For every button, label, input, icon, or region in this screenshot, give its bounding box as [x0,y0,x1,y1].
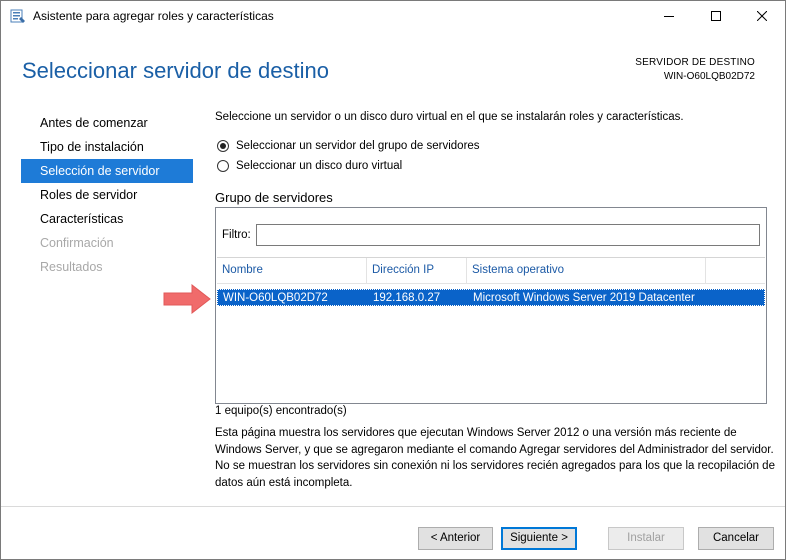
nav-item-caracteristicas[interactable]: Características [21,207,193,231]
server-pool-title: Grupo de servidores [215,190,333,205]
radio-server-pool[interactable]: Seleccionar un servidor del grupo de ser… [217,140,480,152]
cancel-button[interactable]: Cancelar [698,527,774,550]
footer-divider [1,506,785,507]
maximize-icon [711,11,721,21]
next-button[interactable]: Siguiente > [501,527,577,550]
wizard-app-icon [10,8,26,24]
column-header-nombre[interactable]: Nombre [217,258,367,284]
table-row[interactable]: WIN-O60LQB02D72 192.168.0.27 Microsoft W… [217,289,765,306]
server-os-cell: Microsoft Windows Server 2019 Datacenter [473,292,695,304]
nav-item-resultados: Resultados [40,260,103,274]
wizard-nav: Antes de comenzar Tipo de instalación Se… [21,111,193,279]
nav-item-antes-de-comenzar[interactable]: Antes de comenzar [21,111,193,135]
radio-dot [220,143,226,149]
filter-label: Filtro: [222,229,251,241]
wizard-window: Asistente para agregar roles y caracterí… [0,0,786,560]
red-arrow-icon [163,284,211,314]
close-icon [757,11,767,21]
nav-item-seleccion-de-servidor[interactable]: Selección de servidor [21,159,193,183]
nav-item-confirmacion: Confirmación [40,236,114,250]
radio-virtual-disk[interactable]: Seleccionar un disco duro virtual [217,160,402,172]
radio-server-pool-label: Seleccionar un servidor del grupo de ser… [236,140,480,152]
minimize-button[interactable] [646,1,692,31]
radio-button[interactable] [217,160,229,172]
previous-button[interactable]: < Anterior [418,527,493,550]
server-count-text: 1 equipo(s) encontrado(s) [215,405,347,417]
intro-text: Seleccione un servidor o un disco duro v… [215,111,684,123]
server-name-cell: WIN-O60LQB02D72 [223,292,328,304]
server-pool-box: Filtro: Nombre Dirección IP Sistema oper… [215,207,767,404]
radio-button-selected[interactable] [217,140,229,152]
column-header-sistema-operativo[interactable]: Sistema operativo [467,258,706,284]
install-button: Instalar [608,527,684,550]
window-title: Asistente para agregar roles y caracterí… [33,9,274,23]
filter-input[interactable] [256,224,760,246]
minimize-icon [664,16,674,17]
description-text: Esta página muestra los servidores que e… [215,427,775,489]
column-header-direccion-ip[interactable]: Dirección IP [367,258,467,284]
server-list-header: Nombre Dirección IP Sistema operativo [217,258,765,284]
title-bar: Asistente para agregar roles y caracterí… [1,1,785,31]
server-list[interactable]: Nombre Dirección IP Sistema operativo WI… [217,257,765,403]
nav-item-tipo-de-instalacion[interactable]: Tipo de instalación [21,135,193,159]
server-ip-cell: 192.168.0.27 [373,292,441,304]
destination-server-value: WIN-O60LQB02D72 [663,71,755,82]
maximize-button[interactable] [693,1,739,31]
radio-virtual-disk-label: Seleccionar un disco duro virtual [236,160,403,172]
nav-item-roles-de-servidor[interactable]: Roles de servidor [21,183,193,207]
column-header-extra[interactable] [706,258,765,284]
close-button[interactable] [739,1,785,31]
destination-server-label: SERVIDOR DE DESTINO [635,57,755,68]
page-title: Seleccionar servidor de destino [22,58,329,83]
